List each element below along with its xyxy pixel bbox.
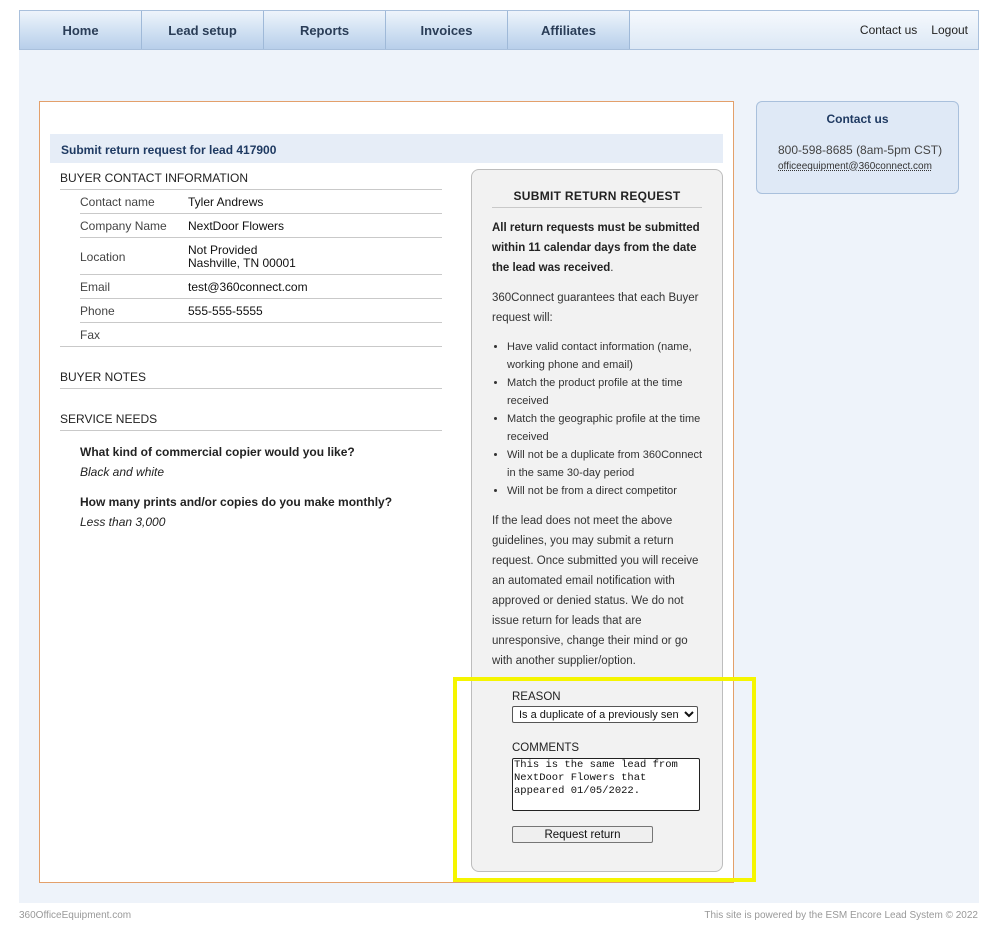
service-answer: Less than 3,000 [80, 515, 166, 529]
list-item: Will not be a duplicate from 360Connect … [507, 446, 708, 482]
comments-label: COMMENTS [512, 742, 580, 754]
divider [80, 274, 442, 275]
return-deadline-bold: All return requests must be submitted wi… [492, 222, 700, 274]
nav-affiliates[interactable]: Affiliates [508, 11, 630, 49]
reason-label: REASON [512, 691, 561, 703]
company-name-value: NextDoor Flowers [188, 219, 285, 233]
reason-select[interactable]: Is a duplicate of a previously sent lead [512, 706, 698, 723]
location-label: Location [80, 250, 126, 264]
contact-phone: 800-598-8685 (8am-5pm CST) [778, 143, 943, 157]
top-navigation: Home Lead setup Reports Invoices Affilia… [19, 10, 979, 50]
buyer-notes-heading: BUYER NOTES [60, 370, 147, 384]
list-item: Match the geographic profile at the time… [507, 410, 708, 446]
contact-name-value: Tyler Andrews [188, 195, 264, 209]
divider [80, 237, 442, 238]
list-item: Will not be from a direct competitor [507, 482, 708, 500]
return-request-panel: SUBMIT RETURN REQUEST All return request… [471, 169, 723, 872]
footer-site-name: 360OfficeEquipment.com [19, 910, 132, 921]
buyer-contact-heading: BUYER CONTACT INFORMATION [60, 171, 249, 185]
list-item: Match the product profile at the time re… [507, 374, 708, 410]
return-policy-text: If the lead does not meet the above guid… [492, 515, 699, 667]
main-content: Submit return request for lead 417900 BU… [39, 101, 734, 883]
phone-value: 555-555-5555 [188, 304, 263, 318]
service-question: What kind of commercial copier would you… [80, 445, 355, 459]
divider [60, 388, 442, 389]
page-title: Submit return request for lead 417900 [50, 134, 723, 163]
nav-invoices[interactable]: Invoices [386, 11, 508, 49]
nav-contact-us-link[interactable]: Contact us [860, 23, 917, 37]
divider [60, 430, 442, 431]
divider [492, 207, 702, 208]
nav-logout-link[interactable]: Logout [931, 23, 968, 37]
nav-reports[interactable]: Reports [264, 11, 386, 49]
comments-textarea[interactable]: This is the same lead from NextDoor Flow… [512, 758, 700, 811]
return-deadline-text: All return requests must be submitted wi… [492, 218, 708, 278]
divider [80, 322, 442, 323]
service-answer: Black and white [80, 465, 165, 479]
divider [80, 298, 442, 299]
list-item: Have valid contact information (name, wo… [507, 338, 708, 374]
nav-home[interactable]: Home [20, 11, 142, 49]
contact-email-link[interactable]: officeequipment@360connect.com [778, 161, 932, 172]
nav-utility-links: Contact us Logout [860, 11, 968, 49]
nav-lead-setup[interactable]: Lead setup [142, 11, 264, 49]
service-needs-heading: SERVICE NEEDS [60, 412, 158, 426]
location-value-line2: Nashville, TN 00001 [188, 256, 296, 270]
email-label: Email [80, 280, 111, 294]
location-value-line1: Not Provided [188, 243, 258, 257]
divider [60, 346, 442, 347]
footer-powered-by: This site is powered by the ESM Encore L… [704, 910, 978, 921]
return-deadline-tail: . [610, 262, 614, 274]
contact-box-title: Contact us [826, 112, 889, 126]
phone-label: Phone [80, 304, 115, 318]
contact-us-box: Contact us 800-598-8685 (8am-5pm CST) of… [756, 101, 959, 194]
guarantee-list: Have valid contact information (name, wo… [492, 338, 708, 500]
service-question: How many prints and/or copies do you mak… [80, 495, 393, 509]
email-value: test@360connect.com [188, 280, 308, 294]
divider [80, 213, 442, 214]
guarantee-intro: 360Connect guarantees that each Buyer re… [492, 292, 699, 324]
fax-label: Fax [80, 328, 101, 342]
contact-name-label: Contact name [80, 195, 155, 209]
request-return-button[interactable]: Request return [512, 826, 653, 843]
divider [60, 189, 442, 190]
company-name-label: Company Name [80, 219, 167, 233]
return-panel-title: SUBMIT RETURN REQUEST [513, 189, 681, 203]
